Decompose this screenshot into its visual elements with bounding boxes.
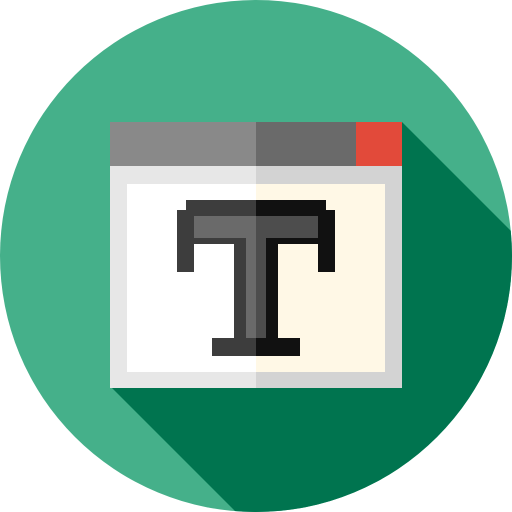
titlebar-left xyxy=(110,122,256,166)
glyph-stem-edge-right xyxy=(266,244,272,338)
glyph-inner-line-left xyxy=(194,238,246,244)
titlebar-right xyxy=(256,122,356,166)
text-editor-window-icon xyxy=(0,0,512,512)
glyph-inner-line-right xyxy=(266,238,318,244)
icon-canvas xyxy=(0,0,512,512)
glyph-stem-edge-left xyxy=(240,244,246,338)
close-button xyxy=(356,122,402,166)
